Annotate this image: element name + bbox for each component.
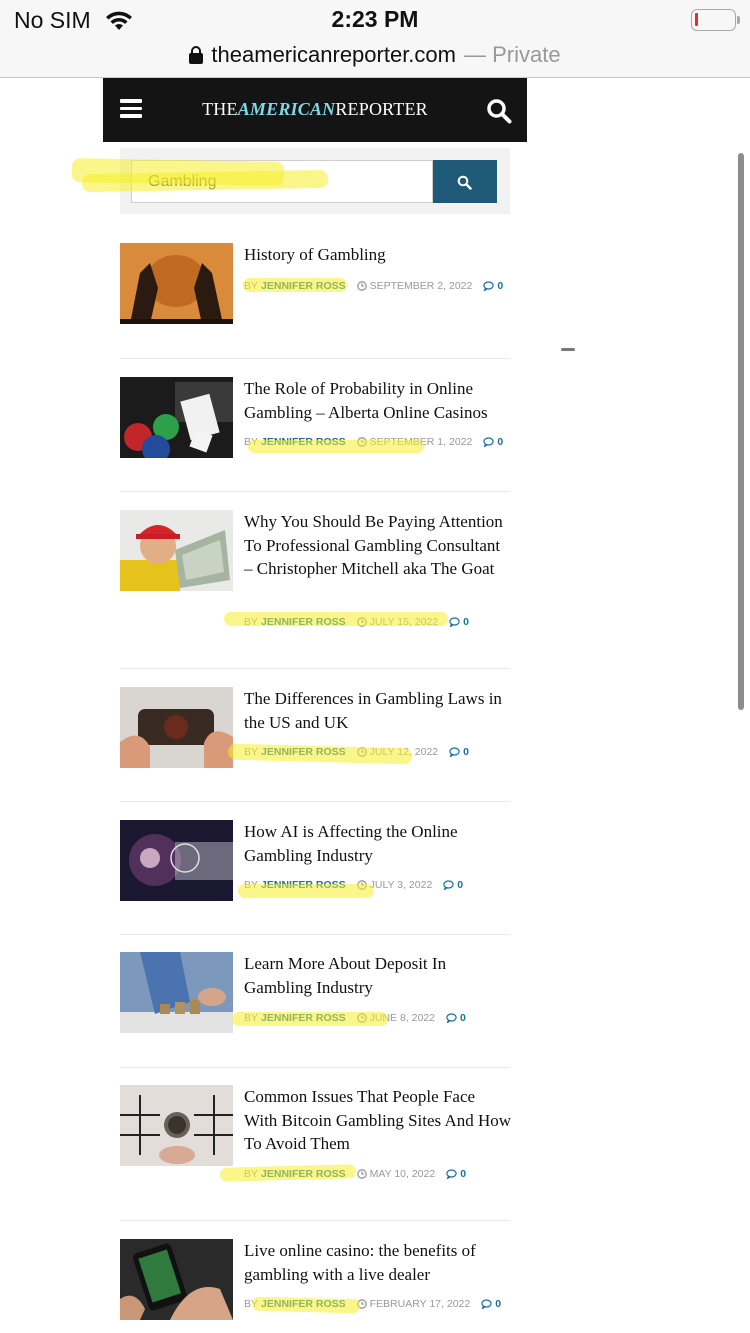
byline-prefix: BY (244, 1012, 259, 1024)
author-link[interactable]: JENNIFER ROSS (261, 746, 346, 758)
article-divider (120, 934, 510, 935)
article-date: JULY 12, 2022 (369, 746, 439, 758)
url-domain: theamericanreporter.com (211, 42, 456, 67)
byline-prefix: BY (244, 616, 259, 628)
article-date: JULY 15, 2022 (369, 616, 439, 628)
article-thumbnail[interactable] (120, 820, 233, 901)
article-meta: BY JENNIFER ROSS JULY 15, 2022 0 (244, 616, 469, 628)
status-bar: No SIM 2:23 PM (0, 0, 750, 40)
search-icon[interactable] (486, 98, 512, 124)
private-label: — Private (463, 42, 561, 67)
scrollbar[interactable] (738, 153, 744, 710)
search-input[interactable] (131, 160, 433, 203)
article-title-link[interactable]: Live online casino: the benefits of gamb… (244, 1239, 512, 1286)
article-date: MAY 10, 2022 (369, 1168, 436, 1180)
clock-icon (356, 1013, 367, 1023)
comment-icon (449, 747, 460, 757)
comment-icon (446, 1169, 457, 1179)
article-thumbnail[interactable] (120, 1239, 233, 1320)
byline-prefix: BY (244, 436, 259, 448)
article-meta: BY JENNIFER ROSS FEBRUARY 17, 2022 0 (244, 1298, 501, 1310)
clock-icon (356, 281, 367, 291)
article-date: JULY 3, 2022 (369, 879, 433, 891)
logo-text-american: AMERICAN (237, 99, 336, 119)
article-meta: BY JENNIFER ROSS MAY 10, 2022 0 (244, 1168, 466, 1180)
article-title-link[interactable]: The Differences in Gambling Laws in the … (244, 687, 512, 734)
clock-icon (356, 1169, 367, 1179)
article-thumbnail[interactable] (120, 510, 233, 591)
article-thumbnail[interactable] (120, 687, 233, 768)
decorative-mark (561, 348, 575, 351)
clock-time: 2:23 PM (331, 6, 419, 32)
article-date: SEPTEMBER 2, 2022 (369, 280, 473, 292)
article-title-link[interactable]: Why You Should Be Paying Attention To Pr… (244, 510, 512, 581)
article-date: FEBRUARY 17, 2022 (369, 1298, 471, 1310)
article-divider (120, 1067, 510, 1068)
article-divider (120, 358, 510, 359)
search-submit-icon (457, 175, 472, 190)
article-title-link[interactable]: Common Issues That People Face With Bitc… (244, 1085, 512, 1156)
comment-icon (449, 617, 460, 627)
article-thumbnail[interactable] (120, 1085, 233, 1166)
search-submit-button[interactable] (433, 160, 497, 203)
author-link[interactable]: JENNIFER ROSS (261, 879, 346, 891)
byline-prefix: BY (244, 280, 259, 292)
author-link[interactable]: JENNIFER ROSS (261, 616, 346, 628)
author-link[interactable]: JENNIFER ROSS (261, 1012, 346, 1024)
clock-icon (356, 437, 367, 447)
comment-icon (446, 1013, 457, 1023)
article-thumbnail[interactable] (120, 377, 233, 458)
site-logo[interactable]: THEAMERICANREPORTER (103, 99, 527, 120)
byline-prefix: BY (244, 746, 259, 758)
comment-icon (443, 880, 454, 890)
article-title-link[interactable]: History of Gambling (244, 243, 512, 267)
comment-count-link[interactable]: 0 (497, 436, 503, 448)
article-divider (120, 1220, 510, 1221)
byline-prefix: BY (244, 1298, 259, 1310)
article-date: JUNE 8, 2022 (369, 1012, 435, 1024)
article-meta: BY JENNIFER ROSS JUNE 8, 2022 0 (244, 1012, 466, 1024)
clock-icon (356, 1299, 367, 1309)
author-link[interactable]: JENNIFER ROSS (261, 1168, 346, 1180)
author-link[interactable]: JENNIFER ROSS (261, 1298, 346, 1310)
comment-count-link[interactable]: 0 (460, 1168, 466, 1180)
byline-prefix: BY (244, 1168, 259, 1180)
logo-text-the: THE (202, 99, 238, 119)
comment-count-link[interactable]: 0 (497, 280, 503, 292)
clock-icon (356, 880, 367, 890)
battery-icon (691, 9, 740, 31)
comment-count-link[interactable]: 0 (463, 746, 469, 758)
article-title-link[interactable]: How AI is Affecting the Online Gambling … (244, 820, 512, 867)
article-thumbnail[interactable] (120, 243, 233, 324)
comment-icon (481, 1299, 492, 1309)
lock-icon (189, 46, 204, 64)
comment-icon (483, 281, 495, 291)
article-title-link[interactable]: The Role of Probability in Online Gambli… (244, 377, 512, 424)
article-meta: BY JENNIFER ROSS SEPTEMBER 2, 2022 0 (244, 280, 503, 292)
article-date: SEPTEMBER 1, 2022 (369, 436, 473, 448)
comment-count-link[interactable]: 0 (457, 879, 463, 891)
article-divider (120, 491, 510, 492)
comment-count-link[interactable]: 0 (460, 1012, 466, 1024)
article-divider (120, 668, 510, 669)
article-thumbnail[interactable] (120, 952, 233, 1033)
site-header: THEAMERICANREPORTER (103, 78, 527, 142)
logo-text-reporter: REPORTER (335, 99, 428, 119)
article-divider (120, 801, 510, 802)
comment-count-link[interactable]: 0 (495, 1298, 501, 1310)
byline-prefix: BY (244, 879, 259, 891)
address-bar[interactable]: theamericanreporter.com — Private (0, 40, 750, 78)
author-link[interactable]: JENNIFER ROSS (261, 280, 346, 292)
author-link[interactable]: JENNIFER ROSS (261, 436, 346, 448)
article-meta: BY JENNIFER ROSS JULY 12, 2022 0 (244, 746, 469, 758)
article-title-link[interactable]: Learn More About Deposit In Gambling Ind… (244, 952, 512, 999)
comment-count-link[interactable]: 0 (463, 616, 469, 628)
clock-icon (356, 617, 367, 627)
article-meta: BY JENNIFER ROSS JULY 3, 2022 0 (244, 879, 463, 891)
article-meta: BY JENNIFER ROSS SEPTEMBER 1, 2022 0 (244, 436, 503, 448)
clock-icon (356, 747, 367, 757)
comment-icon (483, 437, 495, 447)
